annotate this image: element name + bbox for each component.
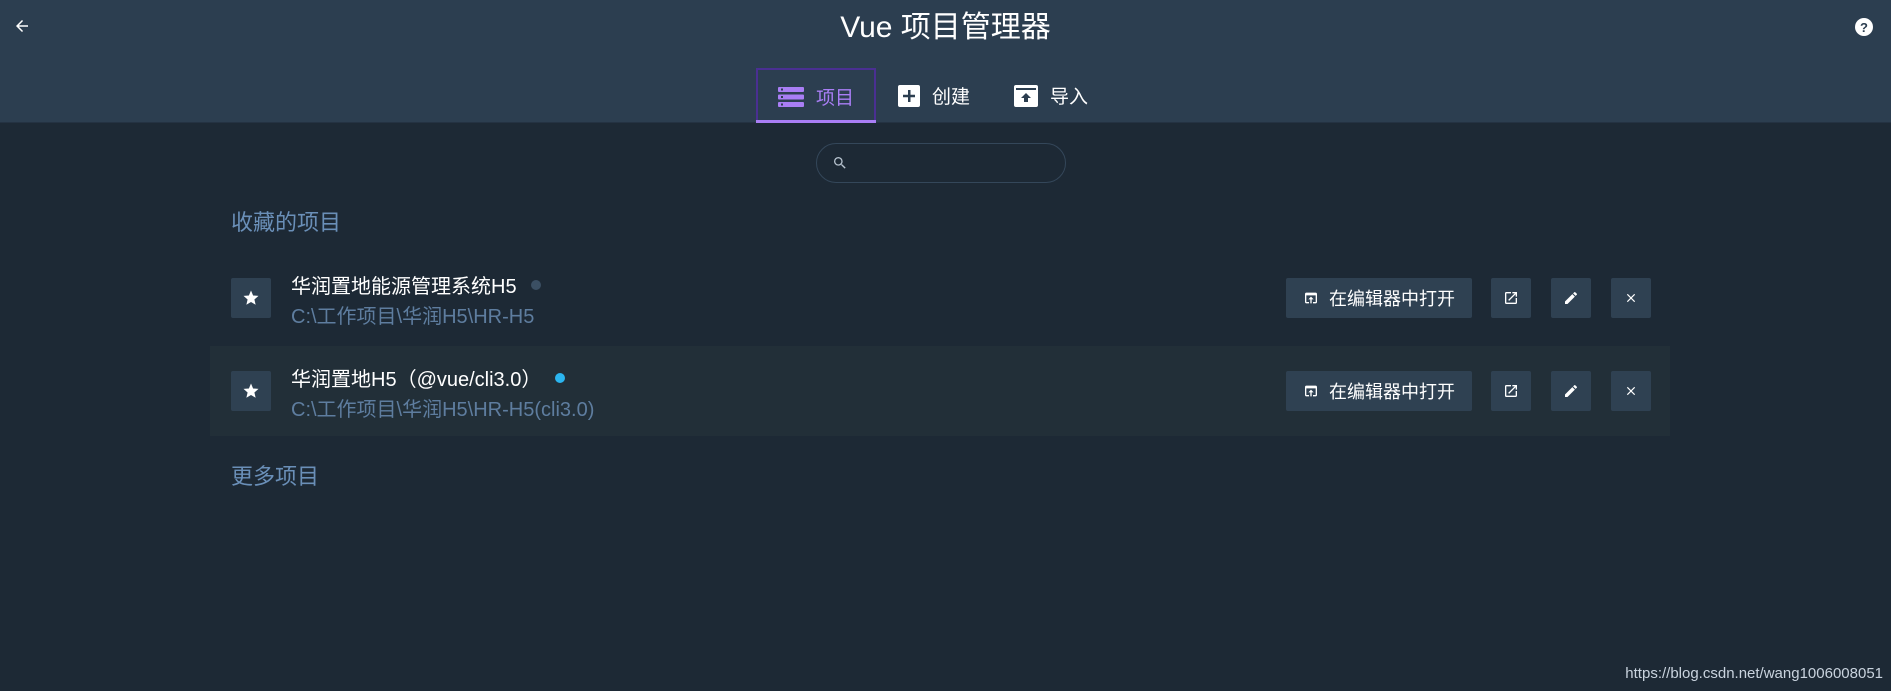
open-external-button[interactable] [1491, 371, 1531, 411]
edit-button[interactable] [1551, 278, 1591, 318]
add-box-icon [898, 84, 921, 107]
app-header: Vue 项目管理器 ? 项目 创建 导入 [0, 0, 1891, 123]
help-button[interactable]: ? [1855, 18, 1873, 36]
open-in-browser-icon [1303, 290, 1319, 306]
close-icon [1626, 293, 1636, 303]
unarchive-icon [1014, 84, 1039, 107]
main-tabs: 项目 创建 导入 [756, 68, 1110, 123]
search-input[interactable] [856, 154, 1056, 172]
star-icon [243, 383, 259, 398]
pencil-icon [1565, 291, 1578, 304]
project-name: 华润置地H5（@vue/cli3.0） [291, 363, 566, 392]
list-item[interactable]: 华润置地H5（@vue/cli3.0） C:\工作项目\华润H5\HR-H5(c… [210, 346, 1670, 436]
open-in-editor-button[interactable]: 在编辑器中打开 [1286, 278, 1472, 318]
edit-button[interactable] [1551, 371, 1591, 411]
status-dot [555, 372, 566, 383]
project-path: C:\工作项目\华润H5\HR-H5 [291, 306, 535, 328]
tab-create[interactable]: 创建 [876, 68, 992, 123]
tab-import[interactable]: 导入 [992, 68, 1110, 123]
favorite-button[interactable] [231, 278, 271, 318]
project-path: C:\工作项目\华润H5\HR-H5(cli3.0) [291, 399, 595, 421]
status-dot [530, 279, 541, 290]
search-box[interactable] [816, 143, 1066, 183]
tab-label: 导入 [1050, 87, 1089, 108]
help-circle-icon: ? [1860, 19, 1868, 35]
watermark: https://blog.csdn.net/wang1006008051 [1625, 665, 1883, 682]
list-item[interactable]: 华润置地能源管理系统H5 C:\工作项目\华润H5\HR-H5 在编辑器中打开 [210, 253, 1670, 343]
open-in-new-icon [1505, 292, 1517, 304]
project-name: 华润置地能源管理系统H5 [291, 270, 541, 299]
search-icon [834, 157, 846, 169]
open-external-button[interactable] [1491, 278, 1531, 318]
tab-projects[interactable]: 项目 [756, 68, 877, 123]
remove-button[interactable] [1611, 278, 1651, 318]
favorites-section-title: 收藏的项目 [231, 210, 342, 235]
open-in-new-icon [1505, 385, 1517, 397]
remove-button[interactable] [1611, 371, 1651, 411]
tab-label: 项目 [816, 88, 855, 109]
page-title: Vue 项目管理器 [840, 11, 1051, 44]
close-icon [1626, 386, 1636, 396]
open-in-browser-icon [1303, 383, 1319, 399]
list-icon [778, 86, 804, 108]
tab-label: 创建 [932, 87, 971, 108]
favorite-button[interactable] [231, 371, 271, 411]
open-in-editor-button[interactable]: 在编辑器中打开 [1286, 371, 1472, 411]
more-projects-section-title: 更多项目 [231, 464, 320, 489]
pencil-icon [1565, 384, 1578, 397]
star-icon [243, 290, 259, 305]
